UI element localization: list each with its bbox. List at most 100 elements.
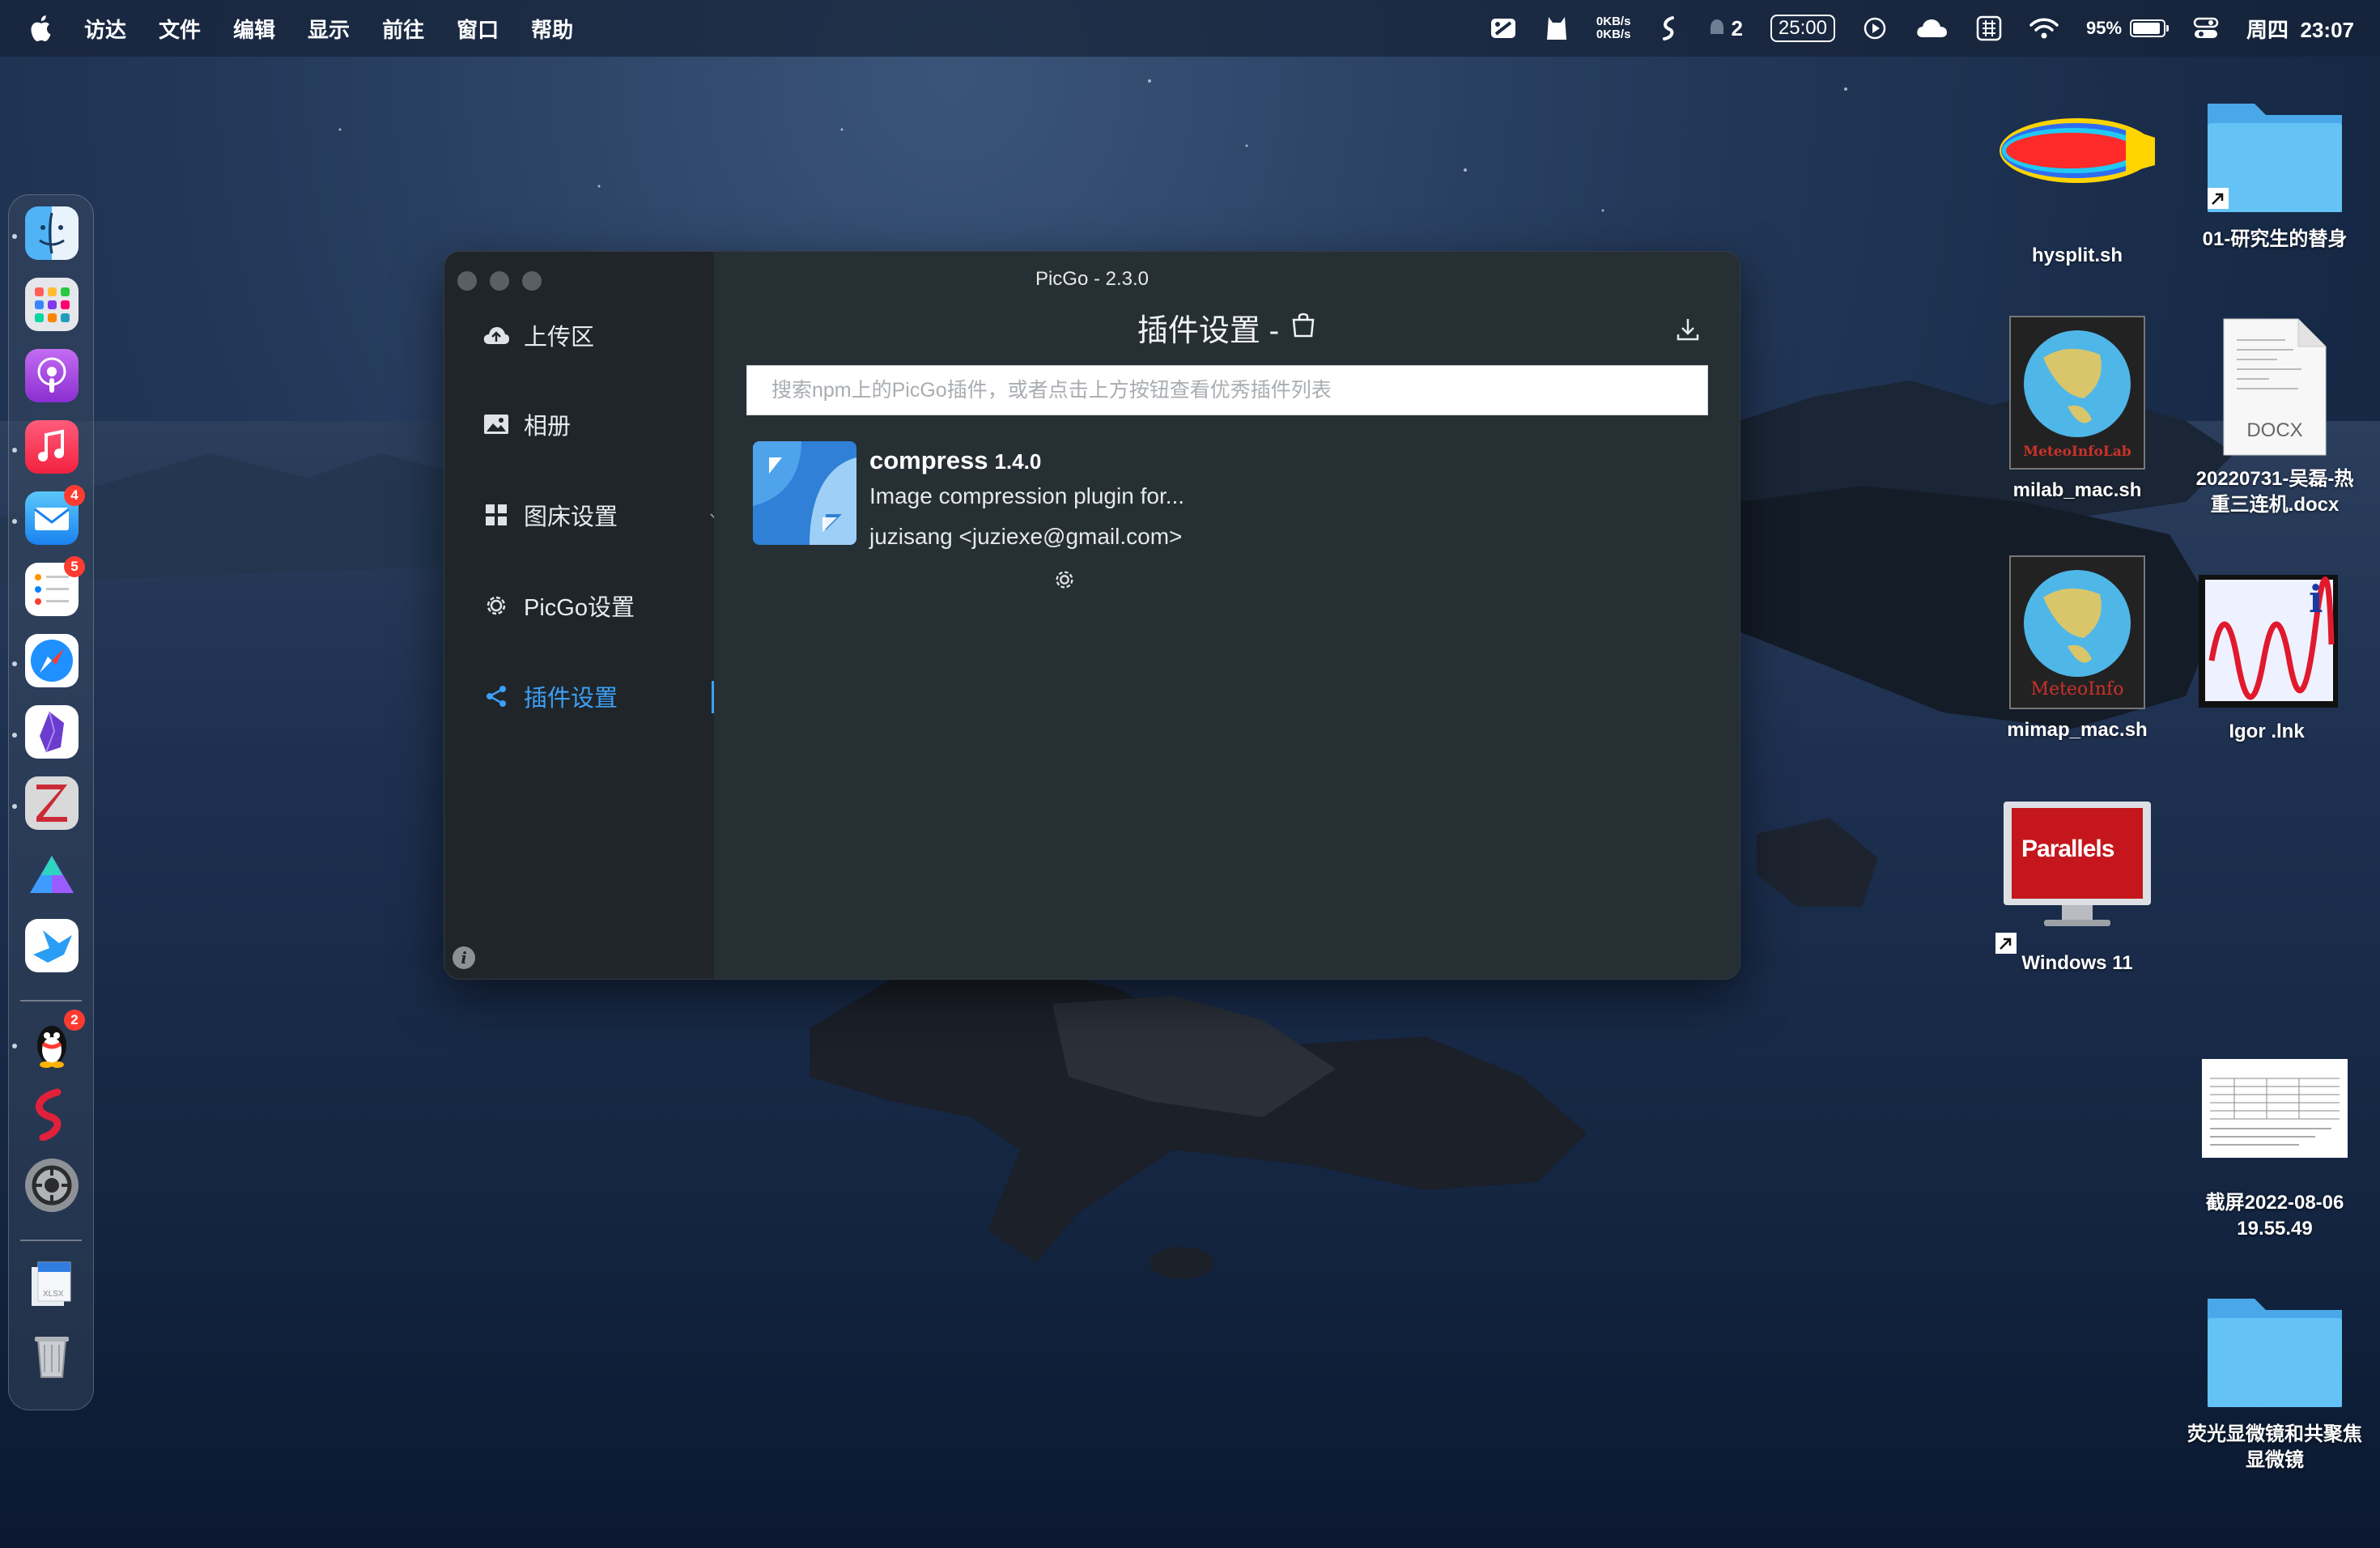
bird-app-icon[interactable] — [25, 919, 79, 972]
trash-icon[interactable] — [25, 1329, 79, 1382]
alias-arrow-icon — [1995, 933, 2017, 954]
cat-status-icon[interactable] — [1545, 15, 1569, 41]
sidebar-item-label: 图床设置 — [524, 504, 618, 530]
main-panel: PicGo - 2.3.0 插件设置 - 搜索npm上的PicGo插件，或者点击… — [714, 252, 1740, 979]
finder-icon[interactable] — [25, 206, 79, 260]
plugin-card[interactable]: compress 1.4.0 Image compression plugin f… — [753, 441, 1271, 619]
qq-icon[interactable]: 2 — [25, 1010, 85, 1070]
scrobbler-status-icon[interactable] — [1658, 15, 1681, 41]
tool-status-icon[interactable] — [1490, 16, 1517, 40]
plugin-version: 1.4.0 — [994, 449, 1042, 474]
running-indicator — [12, 448, 17, 453]
screenshot-thumbnail-icon — [2202, 1059, 2348, 1158]
safari-icon[interactable] — [25, 634, 79, 687]
launchpad-icon[interactable] — [25, 278, 79, 331]
net-down-speed: 0KB/s — [1596, 28, 1631, 41]
sidebar-item-label: PicGo设置 — [524, 595, 635, 621]
menu-help[interactable]: 帮助 — [531, 14, 573, 44]
desktop-folder-microscope[interactable]: 荧光显微镜和共聚焦 显微镜 — [2178, 1284, 2372, 1474]
igor-icon: i — [2192, 572, 2341, 711]
menu-edit[interactable]: 编辑 — [233, 14, 275, 44]
shopping-bag-icon[interactable] — [1290, 310, 1316, 346]
running-indicator — [12, 1044, 17, 1048]
menu-window[interactable]: 窗口 — [457, 14, 499, 44]
image-icon — [482, 410, 511, 439]
icon-art-text: Parallels — [2021, 836, 2114, 862]
music-icon[interactable] — [25, 420, 79, 474]
input-method-icon[interactable] — [1976, 15, 2002, 41]
desktop-icon-label: mimap_mac.sh — [2007, 719, 2148, 741]
import-local-plugin-icon[interactable] — [1675, 317, 1701, 347]
meteoinfolab-icon: MeteoInfoLab — [2009, 316, 2145, 470]
desktop-icon-label: hysplit.sh — [2031, 245, 2123, 266]
plugin-settings-gear-icon[interactable] — [1052, 568, 1077, 596]
desktop-file-docx[interactable]: DOCX 20220731-吴磊-热 重三连机.docx — [2178, 316, 2372, 518]
desktop-file-igor[interactable]: i Igor .lnk — [2170, 572, 2364, 745]
plugin-search-input[interactable] — [747, 366, 1707, 415]
desktop-file-mimap[interactable]: MeteoInfo mimap_mac.sh — [1980, 555, 2174, 743]
desktop-file-milab[interactable]: MeteoInfoLab milab_mac.sh — [1980, 316, 2174, 504]
desktop-icon-label-line: 20220731-吴磊-热 — [2195, 468, 2354, 490]
cloud-icon[interactable] — [1915, 17, 1949, 40]
menu-bar: 访达 文件 编辑 显示 前往 窗口 帮助 0KB/s 0KB/s 2 25:00 — [0, 0, 2380, 57]
running-indicator — [12, 804, 17, 809]
desktop-icon-label-line: 显微镜 — [2246, 1449, 2304, 1471]
control-center-icon[interactable] — [2193, 17, 2219, 40]
gear-icon — [482, 591, 511, 620]
documents-stack-icon[interactable]: XLSX — [25, 1257, 79, 1311]
desktop-shortcut-windows11[interactable]: Parallels Windows 11 — [1980, 798, 2174, 976]
running-indicator — [12, 234, 17, 239]
desktop-folder-01[interactable]: 01-研究生的替身 — [2178, 89, 2372, 253]
apple-logo-icon[interactable] — [29, 15, 53, 42]
network-speed[interactable]: 0KB/s 0KB/s — [1596, 15, 1631, 41]
play-icon[interactable] — [1863, 16, 1887, 40]
icon-art-text: DOCX — [2246, 419, 2303, 441]
obsidian-icon[interactable] — [25, 705, 79, 759]
desktop-file-screenshot[interactable]: 截屏2022-08-06 19.55.49 — [2178, 1059, 2372, 1242]
desktop-file-hysplit[interactable]: hysplit.sh — [1980, 105, 2174, 269]
menu-view[interactable]: 显示 — [308, 14, 350, 44]
sidebar-item-picgo-settings[interactable]: PicGo设置 — [482, 585, 635, 626]
running-indicator — [12, 661, 17, 666]
menu-finder[interactable]: 访达 — [84, 14, 126, 44]
prism-icon[interactable] — [25, 848, 79, 901]
plugin-name: compress — [869, 446, 988, 474]
wifi-icon[interactable] — [2029, 17, 2059, 40]
desktop-icon-label-line: 19.55.49 — [2237, 1218, 2313, 1240]
meteoinfo-icon: MeteoInfo — [2009, 555, 2145, 709]
plugin-description: Image compression plugin for... — [869, 483, 1185, 508]
cloud-upload-icon — [482, 321, 511, 350]
sidebar-item-gallery[interactable]: 相册 — [482, 404, 571, 444]
sidebar-item-upload[interactable]: 上传区 — [482, 315, 594, 355]
stack-label: XLSX — [43, 1290, 64, 1299]
notification-count[interactable]: 2 — [1708, 16, 1743, 41]
system-preferences-icon[interactable] — [25, 1159, 79, 1212]
dock-separator — [20, 1000, 82, 1002]
hysplit-icon — [1996, 105, 2158, 235]
zotero-icon[interactable] — [25, 776, 79, 830]
menu-file[interactable]: 文件 — [159, 14, 201, 44]
menu-go[interactable]: 前往 — [382, 14, 424, 44]
pomodoro-timer[interactable]: 25:00 — [1770, 15, 1835, 42]
svg-text:i: i — [2309, 577, 2323, 621]
dock: 4 5 2 XLSX — [8, 194, 94, 1410]
battery-icon — [2130, 19, 2170, 37]
page-heading-row: 插件设置 - — [714, 305, 1740, 350]
net-up-speed: 0KB/s — [1596, 15, 1631, 28]
battery-status[interactable]: 95% — [2086, 18, 2170, 39]
reminders-icon[interactable]: 5 — [25, 556, 85, 616]
info-icon[interactable]: i — [453, 946, 475, 969]
mail-icon[interactable]: 4 — [25, 485, 85, 545]
running-indicator — [12, 733, 17, 738]
plugin-logo — [753, 441, 856, 545]
page-title: 插件设置 - — [1137, 314, 1280, 348]
podcasts-icon[interactable] — [25, 349, 79, 402]
sidebar-item-picbed-settings[interactable]: 图床设置 — [482, 495, 723, 535]
icon-art-text: MeteoInfoLab — [2023, 444, 2131, 460]
sidebar-item-plugin-settings[interactable]: 插件设置 — [482, 676, 618, 717]
desktop-icon-label-line: 荧光显微镜和共聚焦 — [2187, 1423, 2362, 1445]
scrobbler-icon[interactable] — [25, 1087, 79, 1142]
desktop-icon-label-line: 重三连机.docx — [2210, 494, 2340, 516]
desktop-icon-label: 20220731-吴磊-热 重三连机.docx — [2178, 466, 2372, 518]
menubar-clock[interactable]: 周四 23:07 — [2246, 14, 2354, 44]
